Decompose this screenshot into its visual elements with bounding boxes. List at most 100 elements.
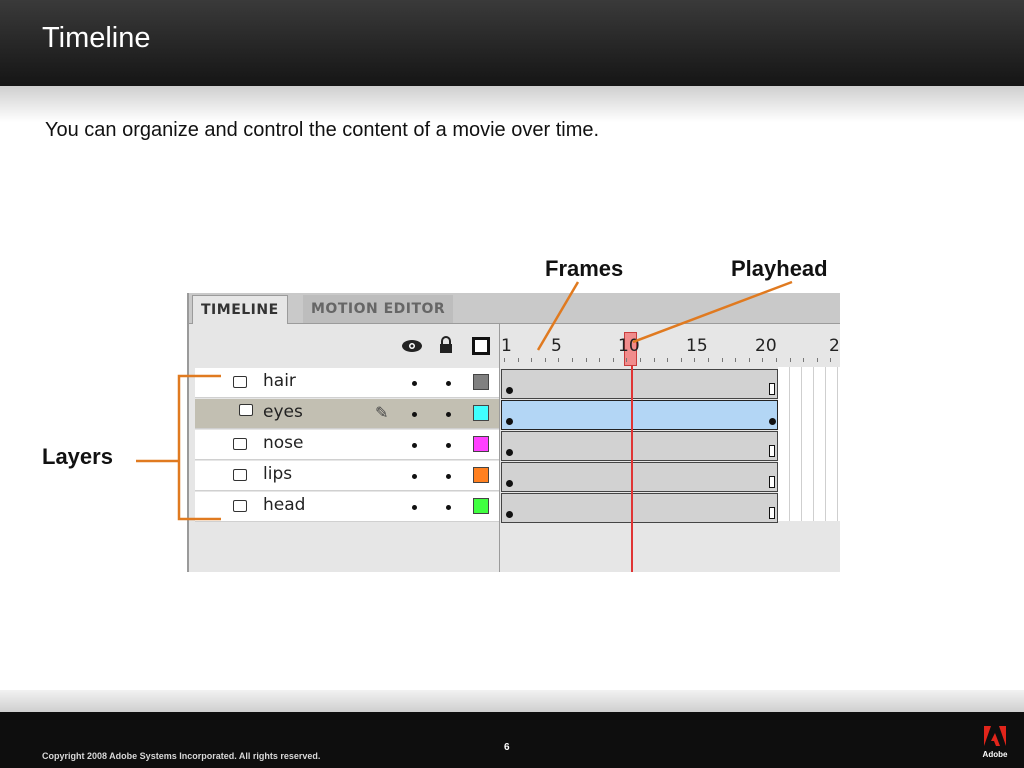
copyright-text: Copyright 2008 Adobe Systems Incorporate… bbox=[42, 751, 321, 761]
empty-frame-grid[interactable] bbox=[778, 367, 840, 521]
layer-icon bbox=[239, 404, 253, 416]
ruler-tick bbox=[504, 358, 505, 362]
layers-callout: Layers bbox=[42, 444, 113, 469]
timeline-panel: TIMELINE MOTION EDITOR 1 5 10 15 20 2 ha… bbox=[187, 293, 840, 572]
ruler-tick bbox=[531, 358, 533, 362]
layer-row-lips[interactable]: lips bbox=[195, 461, 499, 491]
keyframe[interactable] bbox=[506, 480, 513, 487]
lock-icon[interactable] bbox=[438, 336, 454, 358]
keyframe[interactable] bbox=[506, 387, 513, 394]
ruler-tick bbox=[612, 358, 614, 362]
lock-dot[interactable] bbox=[446, 412, 451, 417]
keyframe[interactable] bbox=[506, 449, 513, 456]
slide-title: Timeline bbox=[42, 22, 151, 54]
playhead-line bbox=[631, 366, 633, 572]
layer-name: hair bbox=[263, 371, 296, 391]
end-frame[interactable] bbox=[769, 383, 775, 395]
ruler-tick bbox=[544, 358, 546, 362]
lock-dot[interactable] bbox=[446, 505, 451, 510]
ruler-tick bbox=[558, 358, 560, 362]
frame-row-lips[interactable] bbox=[501, 462, 778, 492]
ruler-label: 20 bbox=[755, 336, 777, 356]
layer-row-hair[interactable]: hair bbox=[195, 368, 499, 398]
layer-color-swatch[interactable] bbox=[473, 467, 489, 483]
layer-name: lips bbox=[263, 464, 293, 484]
layer-color-swatch[interactable] bbox=[473, 405, 489, 421]
layer-header bbox=[189, 324, 499, 366]
layer-color-swatch[interactable] bbox=[473, 498, 489, 514]
panel-tabbar: TIMELINE MOTION EDITOR bbox=[189, 293, 840, 324]
slide-header bbox=[0, 0, 1024, 86]
visibility-dot[interactable] bbox=[412, 505, 417, 510]
ruler-tick bbox=[735, 358, 737, 362]
layer-color-swatch[interactable] bbox=[473, 374, 489, 390]
ruler-tick bbox=[694, 358, 696, 362]
visibility-dot[interactable] bbox=[412, 381, 417, 386]
ruler-tick bbox=[599, 358, 601, 362]
layer-icon bbox=[233, 500, 247, 512]
pencil-icon: ✎ bbox=[375, 403, 389, 422]
layer-row-nose[interactable]: nose bbox=[195, 430, 499, 460]
visibility-dot[interactable] bbox=[412, 474, 417, 479]
ruler-tick bbox=[572, 358, 573, 362]
ruler-label: 5 bbox=[551, 336, 562, 356]
ruler-label: 10 bbox=[618, 336, 640, 356]
layer-row-head[interactable]: head bbox=[195, 492, 499, 522]
adobe-logo-text: Adobe bbox=[983, 750, 1008, 759]
tab-motion-editor[interactable]: MOTION EDITOR bbox=[303, 295, 454, 323]
ruler-tick bbox=[653, 358, 655, 362]
footer-shadow bbox=[0, 690, 1024, 712]
page-number: 6 bbox=[504, 742, 510, 753]
ruler-label: 1 bbox=[501, 336, 512, 356]
keyframe[interactable] bbox=[506, 418, 513, 425]
visibility-dot[interactable] bbox=[412, 412, 417, 417]
adobe-logo: Adobe bbox=[978, 722, 1012, 762]
ruler-tick bbox=[816, 358, 818, 362]
frame-row-nose[interactable] bbox=[501, 431, 778, 461]
layer-name: eyes bbox=[263, 402, 303, 422]
layer-color-swatch[interactable] bbox=[473, 436, 489, 452]
ruler-tick bbox=[667, 358, 669, 362]
ruler-tick bbox=[585, 358, 587, 362]
end-frame[interactable] bbox=[769, 445, 775, 457]
frame-row-eyes[interactable] bbox=[501, 400, 778, 430]
outline-icon[interactable] bbox=[472, 337, 490, 359]
layer-icon bbox=[233, 376, 247, 388]
ruler-tick bbox=[640, 358, 641, 362]
ruler-tick bbox=[748, 358, 750, 362]
ruler-label: 15 bbox=[686, 336, 708, 356]
ruler-tick bbox=[830, 358, 832, 362]
layer-icon bbox=[233, 469, 247, 481]
tab-timeline[interactable]: TIMELINE bbox=[192, 295, 288, 324]
slide-subtitle: You can organize and control the content… bbox=[45, 119, 600, 141]
frame-row-hair[interactable] bbox=[501, 369, 778, 399]
ruler-tick bbox=[721, 358, 723, 362]
lock-dot[interactable] bbox=[446, 443, 451, 448]
playhead-callout: Playhead bbox=[731, 256, 828, 281]
eye-icon[interactable] bbox=[401, 338, 423, 358]
ruler-tick bbox=[803, 358, 805, 362]
header-shadow bbox=[0, 86, 1024, 122]
frame-ruler[interactable]: 1 5 10 15 20 2 bbox=[500, 324, 840, 366]
layer-name: nose bbox=[263, 433, 304, 453]
layer-name: head bbox=[263, 495, 306, 515]
layer-icon bbox=[233, 438, 247, 450]
end-frame[interactable] bbox=[769, 507, 775, 519]
frames-callout: Frames bbox=[545, 256, 624, 281]
panel-divider bbox=[499, 324, 500, 572]
ruler-tick bbox=[776, 358, 777, 362]
frame-row-head[interactable] bbox=[501, 493, 778, 523]
end-frame[interactable] bbox=[769, 476, 775, 488]
lock-dot[interactable] bbox=[446, 474, 451, 479]
lock-dot[interactable] bbox=[446, 381, 451, 386]
ruler-tick bbox=[708, 358, 709, 362]
keyframe[interactable] bbox=[506, 511, 513, 518]
ruler-tick bbox=[762, 358, 764, 362]
ruler-tick bbox=[517, 358, 519, 362]
ruler-tick bbox=[626, 358, 628, 362]
ruler-label: 2 bbox=[829, 336, 840, 356]
layer-row-eyes[interactable]: eyes ✎ bbox=[195, 399, 499, 429]
end-keyframe[interactable] bbox=[769, 418, 776, 425]
ruler-tick bbox=[680, 358, 682, 362]
visibility-dot[interactable] bbox=[412, 443, 417, 448]
